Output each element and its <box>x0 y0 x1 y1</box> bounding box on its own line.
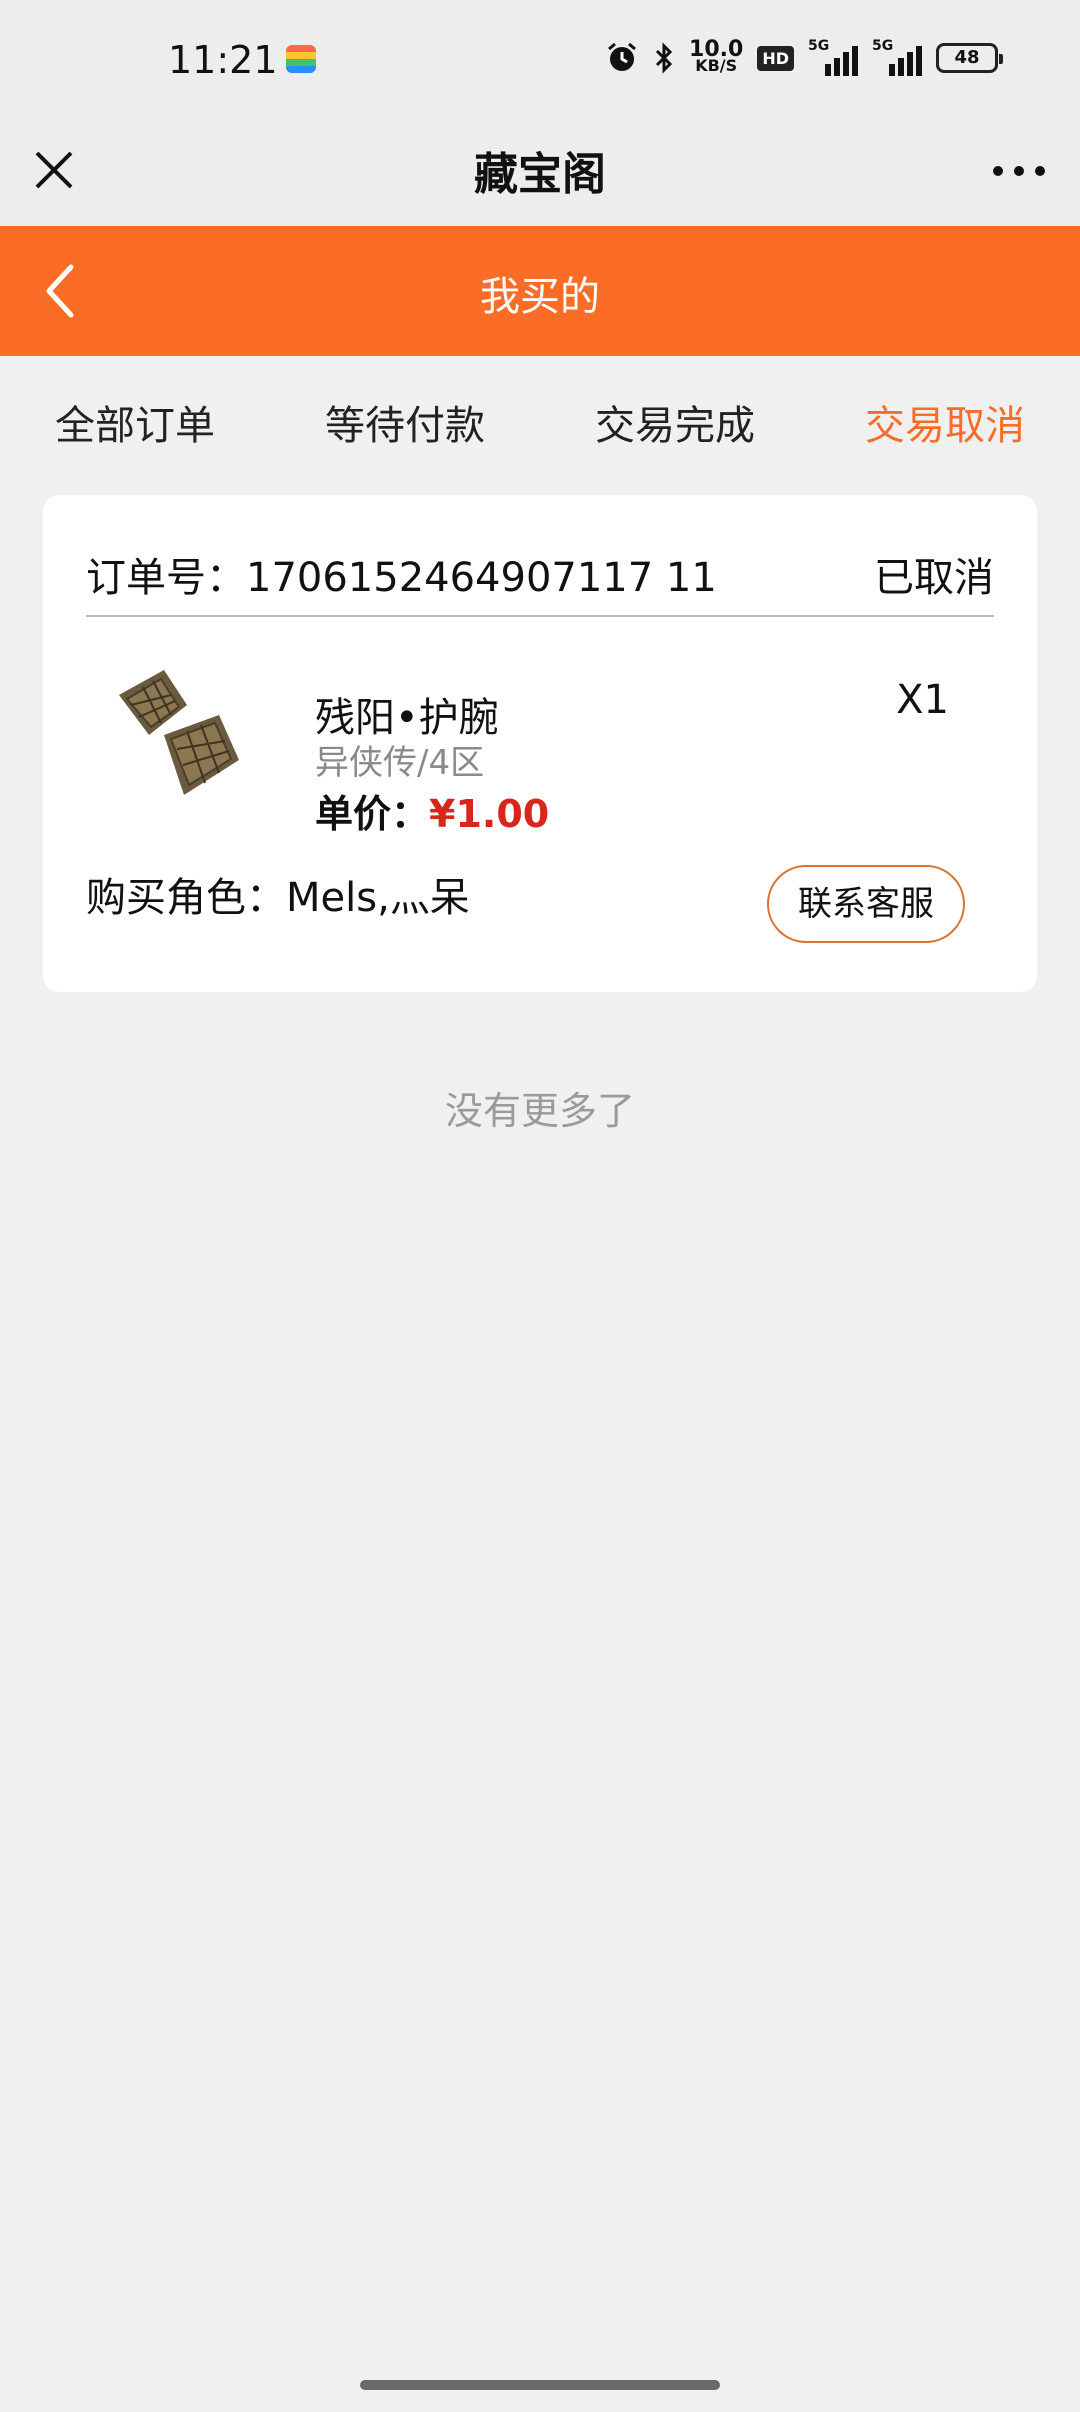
home-indicator[interactable] <box>360 2380 720 2390</box>
order-header: 订单号：1706152464907117 11 已取消 <box>86 545 994 617</box>
order-card[interactable]: 订单号：1706152464907117 11 已取消 残阳•护腕 异侠传/4区… <box>43 495 1037 992</box>
bluetooth-icon <box>653 41 675 75</box>
tab-awaiting-payment[interactable]: 等待付款 <box>270 356 540 496</box>
product-image <box>119 670 239 795</box>
contact-support-button[interactable]: 联系客服 <box>767 865 965 943</box>
status-bar: 11:21 10.0 KB/S HD 5G 5G 48 <box>0 0 1080 120</box>
order-number-label: 订单号： <box>86 555 246 601</box>
product-server: 异侠传/4区 <box>315 743 485 783</box>
status-time: 11:21 <box>168 38 278 82</box>
page-title: 藏宝阁 <box>474 149 606 200</box>
network-speed-unit: KB/S <box>695 56 738 75</box>
signal-icon-2: 5G <box>872 38 922 76</box>
unit-price-label: 单价： <box>315 792 430 836</box>
buyer-role-name: Mels,灬呆 <box>286 875 470 921</box>
orange-header: 我买的 <box>0 226 1080 356</box>
buyer-role-label: 购买角色： <box>86 875 286 921</box>
title-bar: 藏宝阁 <box>0 120 1080 226</box>
order-status: 已取消 <box>874 555 994 601</box>
tab-all-orders[interactable]: 全部订单 <box>0 356 270 496</box>
buyer-role: 购买角色：Mels,灬呆 <box>86 865 470 923</box>
tab-completed[interactable]: 交易完成 <box>540 356 810 496</box>
unit-price-value: ¥1.00 <box>429 792 550 836</box>
more-button[interactable] <box>984 142 1054 200</box>
alarm-icon <box>605 41 639 75</box>
battery-icon: 48 <box>936 43 1003 73</box>
order-number-value: 1706152464907117 11 <box>246 555 717 601</box>
quantity: X1 <box>896 677 949 723</box>
signal-icon-1: 5G <box>808 38 858 76</box>
no-more-text: 没有更多了 <box>444 1089 635 1133</box>
network-speed: 10.0 KB/S <box>689 39 743 75</box>
order-tabs: 全部订单 等待付款 交易完成 交易取消 <box>0 356 1080 496</box>
header-title: 我买的 <box>480 274 600 320</box>
wallet-app-icon <box>286 45 316 73</box>
status-indicators: 10.0 KB/S HD 5G 5G 48 <box>605 38 1003 76</box>
tab-cancelled[interactable]: 交易取消 <box>810 356 1080 496</box>
unit-price: 单价：¥1.00 <box>315 783 549 838</box>
order-number: 订单号：1706152464907117 11 <box>86 545 717 603</box>
hd-badge: HD <box>757 45 794 71</box>
more-dots-icon <box>993 166 1045 176</box>
